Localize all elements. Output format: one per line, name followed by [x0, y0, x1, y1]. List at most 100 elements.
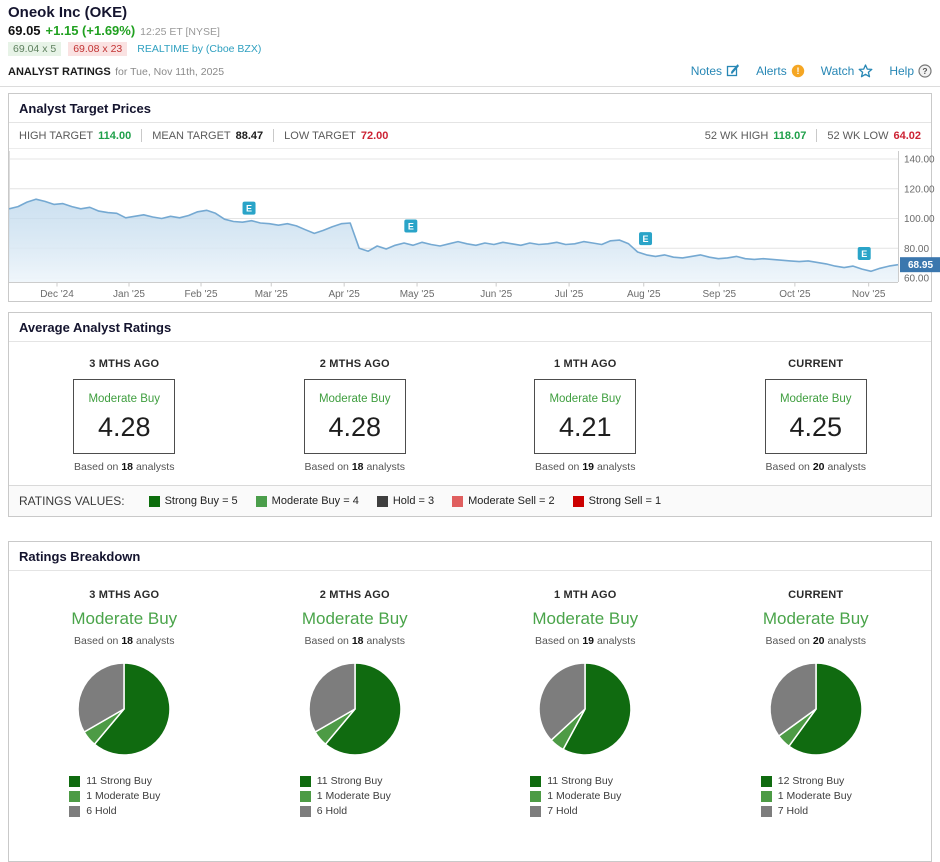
strong-sell-swatch: [572, 495, 584, 507]
x-axis-tick-label: Feb '25: [185, 289, 218, 300]
legend-title: RATINGS VALUES:: [19, 494, 125, 508]
avg-rating-column-current: CURRENT Moderate Buy 4.25 Based on 20 an…: [701, 358, 932, 473]
based-on-label: Based on 19 analysts: [535, 635, 636, 647]
bid-ask-row: 69.04 x 5 69.08 x 23 REALTIME by (Cboe B…: [8, 42, 932, 56]
breakdown-column-1mo: 1 MTH AGO Moderate Buy Based on 19 analy…: [470, 589, 701, 817]
breakdown-column-current: CURRENT Moderate Buy Based on 20 analyst…: [701, 589, 932, 817]
legend-item-moderate-buy: Moderate Buy = 4: [255, 495, 359, 507]
pie-legend-row: 7 Hold: [760, 805, 871, 817]
pie-legend-row: 1 Moderate Buy: [299, 790, 410, 802]
price-chart-container: 140.00 120.00 100.00 80.00 60.00 Dec '24 Jan '…: [9, 149, 940, 301]
target-prices-title: Analyst Target Prices: [9, 94, 931, 123]
star-outline-icon: [858, 64, 873, 78]
breakdown-rating: Moderate Buy: [301, 609, 408, 628]
earnings-marker[interactable]: E: [857, 246, 871, 260]
hold-swatch: [530, 805, 542, 817]
x-axis-tick-label: Dec '24: [40, 289, 74, 300]
legend-item-strong-sell: Strong Sell = 1: [572, 495, 661, 507]
notes-link[interactable]: Notes: [691, 64, 740, 78]
pie-legend-row: 6 Hold: [299, 805, 410, 817]
current-price-badge-label: 68.95: [908, 260, 933, 271]
divider: [816, 129, 818, 142]
hold-swatch: [299, 805, 311, 817]
earnings-marker[interactable]: E: [242, 201, 256, 215]
rating-box: Moderate Buy 4.28: [303, 379, 406, 454]
note-compose-icon: [726, 64, 740, 78]
ratings-pie-chart[interactable]: [537, 661, 633, 757]
avg-ratings-columns: 3 MTHS AGO Moderate Buy 4.28 Based on 18…: [9, 342, 931, 485]
pie-legend-row: 11 Strong Buy: [299, 775, 410, 787]
moderate-buy-swatch: [255, 495, 267, 507]
target-prices-section: Analyst Target Prices HIGH TARGET 114.00…: [8, 93, 940, 302]
pie-legend-row: 11 Strong Buy: [69, 775, 179, 787]
based-on-label: Based on 18 analysts: [304, 635, 405, 647]
avg-rating-column-3mo: 3 MTHS AGO Moderate Buy 4.28 Based on 18…: [9, 358, 240, 473]
moderate-buy-swatch: [760, 790, 772, 802]
header-links: Notes Alerts ! Watch Help ?: [691, 64, 932, 78]
moderate-buy-swatch: [299, 790, 311, 802]
breakdown-columns: 3 MTHS AGO Moderate Buy Based on 18 anal…: [9, 571, 931, 861]
x-axis-tick-label: Sep '25: [703, 289, 737, 300]
ratings-pie-chart[interactable]: [307, 661, 403, 757]
help-link[interactable]: Help ?: [889, 64, 932, 78]
watch-link[interactable]: Watch: [821, 64, 874, 78]
earnings-marker[interactable]: E: [404, 219, 418, 233]
rating-box: Moderate Buy 4.21: [534, 379, 637, 454]
avg-rating-column-1mo: 1 MTH AGO Moderate Buy 4.21 Based on 19 …: [470, 358, 701, 473]
x-axis-tick-label: Jul '25: [555, 289, 584, 300]
moderate-buy-swatch: [69, 790, 81, 802]
svg-text:E: E: [861, 249, 867, 259]
price-change: +1.15 (+1.69%): [45, 23, 136, 38]
svg-text:E: E: [408, 221, 414, 231]
avg-ratings-title: Average Analyst Ratings: [9, 313, 931, 342]
pie-legend: 12 Strong Buy 1 Moderate Buy 7 Hold: [760, 772, 871, 817]
page-date: for Tue, Nov 11th, 2025: [115, 66, 225, 78]
high-target: HIGH TARGET 114.00: [19, 129, 132, 142]
ratings-breakdown-title: Ratings Breakdown: [9, 542, 931, 571]
rating-box: Moderate Buy 4.28: [73, 379, 176, 454]
strong-buy-swatch: [299, 775, 311, 787]
realtime-label: REALTIME by (Cboe BZX): [137, 43, 262, 55]
earnings-marker[interactable]: E: [639, 232, 653, 246]
ratings-pie-chart[interactable]: [76, 661, 172, 757]
last-price: 69.05: [8, 23, 41, 38]
hold-swatch: [760, 805, 772, 817]
price-area-fill: [9, 199, 898, 282]
ratings-values-legend: RATINGS VALUES: Strong Buy = 5 Moderate …: [9, 485, 931, 516]
pie-legend-row: 1 Moderate Buy: [69, 790, 179, 802]
alerts-link-label: Alerts: [756, 64, 787, 78]
legend-item-moderate-sell: Moderate Sell = 2: [452, 495, 555, 507]
svg-text:!: !: [796, 66, 799, 76]
targets-row: HIGH TARGET 114.00 MEAN TARGET 88.47 LOW…: [9, 123, 931, 149]
avg-ratings-section: Average Analyst Ratings 3 MTHS AGO Moder…: [8, 312, 932, 517]
ratings-pie-chart[interactable]: [768, 661, 864, 757]
price-history-chart[interactable]: 140.00 120.00 100.00 80.00 60.00 Dec '24 Jan '…: [9, 151, 940, 301]
strong-buy-swatch: [760, 775, 772, 787]
ratings-breakdown-section: Ratings Breakdown 3 MTHS AGO Moderate Bu…: [8, 541, 932, 862]
52wk-high: 52 WK HIGH 118.07: [704, 129, 807, 142]
strong-buy-swatch: [69, 775, 81, 787]
watch-link-label: Watch: [820, 64, 855, 78]
x-axis-tick-label: Mar '25: [255, 289, 288, 300]
alerts-link[interactable]: Alerts !: [756, 64, 805, 78]
svg-text:E: E: [246, 204, 252, 214]
legend-item-strong-buy: Strong Buy = 5: [148, 495, 238, 507]
52wk-low: 52 WK LOW 64.02: [827, 129, 921, 142]
breakdown-rating: Moderate Buy: [532, 609, 639, 628]
based-on-label: Based on 18 analysts: [74, 461, 175, 473]
pie-legend-row: 6 Hold: [69, 805, 179, 817]
breakdown-rating: Moderate Buy: [762, 609, 869, 628]
based-on-label: Based on 18 analysts: [304, 461, 405, 473]
low-target: LOW TARGET 72.00: [284, 129, 389, 142]
bid-badge: 69.04 x 5: [8, 42, 62, 56]
svg-text:E: E: [643, 234, 649, 244]
price-row: 69.05 +1.15 (+1.69%) 12:25 ET [NYSE]: [8, 23, 932, 38]
pie-legend: 11 Strong Buy 1 Moderate Buy 6 Hold: [299, 772, 410, 817]
pie-legend: 11 Strong Buy 1 Moderate Buy 6 Hold: [69, 772, 179, 817]
x-axis-tick-label: Jun '25: [480, 289, 512, 300]
pie-legend-row: 11 Strong Buy: [530, 775, 640, 787]
mean-target: MEAN TARGET 88.47: [152, 129, 264, 142]
page-title: ANALYST RATINGS for Tue, Nov 11th, 2025: [8, 62, 224, 80]
moderate-buy-swatch: [530, 790, 542, 802]
x-axis-tick-label: May '25: [400, 289, 435, 300]
